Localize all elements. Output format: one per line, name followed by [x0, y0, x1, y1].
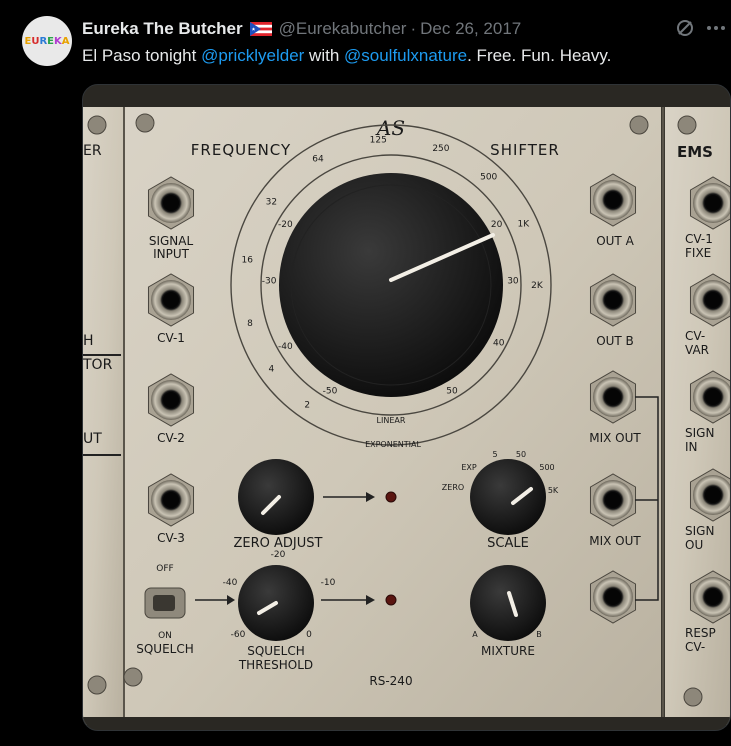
title-left: FREQUENCY: [191, 141, 291, 159]
ems-jack-label: SIGN: [685, 524, 714, 538]
dial-inner-number: -20: [278, 220, 293, 230]
left-module-label: H: [83, 333, 94, 349]
jack-label: OUT A: [596, 234, 634, 248]
jack-label: MIX OUT: [589, 534, 641, 548]
mention-link[interactable]: @soulfulxnature: [344, 46, 467, 65]
squelch-mark: 0: [306, 630, 312, 640]
dial-inner-number: -30: [262, 277, 277, 287]
scale-mark: 500: [539, 463, 554, 472]
dial-outer-number: 1K: [518, 219, 531, 229]
ems-jack-label: CV-: [685, 329, 705, 343]
dial-outer-number: 125: [370, 136, 387, 146]
jack-label: INPUT: [153, 247, 190, 261]
switch-on-label: ON: [158, 631, 172, 641]
dial-inner-number: 40: [493, 338, 505, 348]
model-number: RS-240: [369, 674, 412, 688]
scale-mark: 5K: [548, 486, 559, 495]
dial-outer-number: 250: [432, 144, 449, 154]
dial-outer-number: 64: [312, 155, 324, 165]
post-date[interactable]: Dec 26, 2017: [420, 19, 521, 39]
ems-jack-label: FIXE: [685, 246, 711, 260]
dial-inner-number: 20: [491, 220, 503, 230]
jack-label: CV-2: [157, 431, 185, 445]
label-threshold: THRESHOLD: [238, 658, 313, 672]
tweet-text-part: El Paso tonight: [82, 46, 202, 65]
title-right: SHIFTER: [490, 141, 560, 159]
jack-label: OUT B: [596, 334, 634, 348]
tweet-text-part: with: [304, 46, 344, 65]
mixture-mark-a: A: [472, 630, 478, 639]
left-module-label: TOR: [83, 357, 113, 373]
ems-jack-label: RESP: [685, 626, 716, 640]
avatar[interactable]: EUREKA: [22, 16, 72, 66]
synth-module-photo: FREQUENCY SHIFTER AS 2481632641252505001…: [83, 85, 730, 730]
left-module-label: ER: [83, 143, 102, 159]
dial-outer-number: 2K: [531, 281, 544, 291]
squelch-mark: -40: [223, 578, 238, 588]
jack-label: CV-3: [157, 531, 185, 545]
dial-outer-number: 500: [480, 173, 497, 183]
ems-jack-label: IN: [685, 440, 698, 454]
scale-mark: 50: [516, 450, 526, 459]
label-mixture: MIXTURE: [481, 644, 535, 658]
display-name[interactable]: Eureka The Butcher: [82, 19, 243, 39]
dial-label-linear: LINEAR: [377, 416, 406, 425]
dial-inner-number: 30: [507, 277, 519, 287]
scale-mark: EXP: [461, 463, 477, 472]
tweet-header: Eureka The Butcher @Eurekabutcher · Dec …: [82, 18, 521, 40]
jack-label: MIX OUT: [589, 431, 641, 445]
right-module-title: EMS: [677, 143, 713, 161]
tweet-text-part: . Free. Fun. Heavy.: [467, 46, 612, 65]
dial-outer-number: 32: [266, 197, 277, 207]
ems-jack-label: SIGN: [685, 426, 714, 440]
scale-mark: ZERO: [442, 483, 464, 492]
dial-inner-number: 50: [446, 387, 458, 397]
dial-outer-number: 16: [241, 256, 253, 266]
switch-off-label: OFF: [156, 564, 173, 574]
separator-dot: ·: [410, 19, 417, 38]
puerto-rico-flag-icon: [249, 22, 272, 36]
jack-label: SIGNAL: [149, 234, 194, 248]
ems-jack-label: VAR: [685, 343, 709, 357]
avatar-logo-text: EUREKA: [24, 35, 70, 47]
jack-label: CV-1: [157, 331, 185, 345]
slashed-circle-icon[interactable]: [675, 18, 695, 38]
dial-outer-number: 2: [304, 401, 310, 411]
ems-jack-label: CV-: [685, 640, 705, 654]
mention-link[interactable]: @pricklyelder: [201, 46, 304, 65]
ems-jack-label: CV-1: [685, 232, 713, 246]
label-squelch: SQUELCH: [247, 644, 305, 658]
left-module-label: UT: [83, 431, 102, 447]
squelch-mark: -60: [231, 630, 246, 640]
ems-jack-label: OU: [685, 538, 703, 552]
dial-outer-number: 8: [247, 319, 253, 329]
more-icon[interactable]: [705, 18, 727, 38]
squelch-mark: -20: [271, 550, 286, 560]
dial-inner-number: -40: [278, 342, 293, 352]
label-zero-adjust: ZERO ADJUST: [234, 536, 323, 551]
media-photo[interactable]: FREQUENCY SHIFTER AS 2 4 8 16 32 64 125 250 500 1…: [82, 84, 731, 731]
dial-outer-number: 4: [269, 365, 275, 375]
squelch-mark: -10: [321, 578, 336, 588]
scale-mark: 5: [492, 450, 497, 459]
tweet-text: El Paso tonight @pricklyelder with @soul…: [82, 46, 611, 66]
dial-inner-number: -50: [323, 387, 338, 397]
mixture-mark-b: B: [536, 630, 542, 639]
dial-label-exponential: EXPONENTIAL: [365, 440, 421, 449]
switch-label: SQUELCH: [136, 642, 194, 656]
handle[interactable]: @Eurekabutcher: [279, 19, 407, 39]
label-scale: SCALE: [487, 536, 529, 551]
